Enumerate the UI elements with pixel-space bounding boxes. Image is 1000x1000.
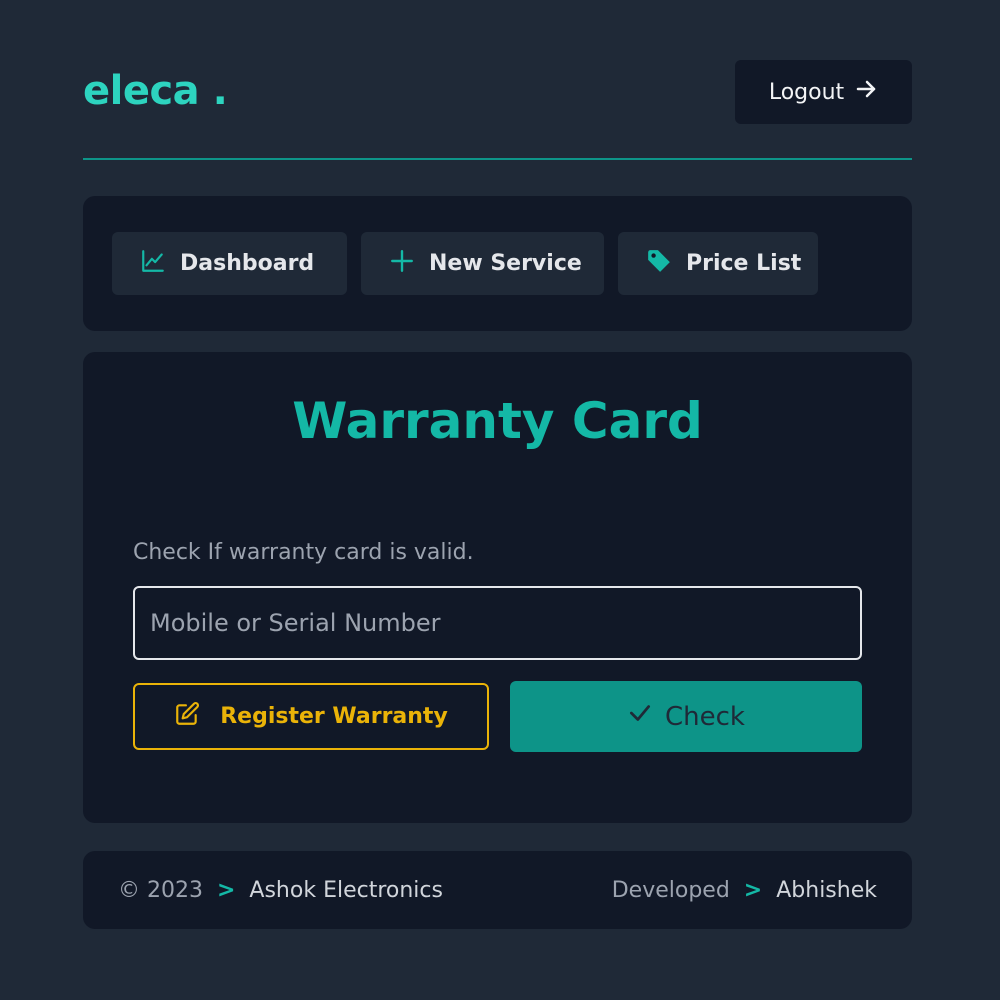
footer-credits: Developed > Abhishek bbox=[612, 851, 877, 929]
header-divider bbox=[83, 158, 912, 160]
logout-label: Logout bbox=[768, 79, 845, 105]
logo[interactable]: eleca . bbox=[83, 68, 228, 114]
helper-text: Check If warranty card is valid. bbox=[133, 540, 474, 565]
register-warranty-button[interactable]: Register Warranty bbox=[133, 683, 489, 750]
tag-icon bbox=[646, 248, 672, 280]
nav-panel: Dashboard New Service Price List bbox=[83, 196, 912, 331]
developer-name: Abhishek bbox=[776, 877, 877, 903]
nav-item-label: Price List bbox=[686, 251, 802, 276]
company-name: Ashok Electronics bbox=[249, 877, 443, 903]
check-button[interactable]: Check bbox=[510, 681, 862, 752]
nav-item-dashboard[interactable]: Dashboard bbox=[112, 232, 347, 295]
footer-copyright: © 2023 > Ashok Electronics bbox=[118, 851, 443, 929]
nav-item-label: Dashboard bbox=[180, 251, 315, 276]
warranty-card: Warranty Card Check If warranty card is … bbox=[83, 352, 912, 823]
check-label: Check bbox=[665, 701, 745, 732]
page: eleca . Logout Dashboard New Service Pri… bbox=[0, 0, 1000, 1000]
footer: © 2023 > Ashok Electronics Developed > A… bbox=[83, 851, 912, 929]
chevron-right-icon: > bbox=[743, 877, 763, 903]
chevron-right-icon: > bbox=[216, 877, 236, 903]
nav-item-new-service[interactable]: New Service bbox=[361, 232, 604, 295]
copyright-text: © 2023 bbox=[118, 877, 203, 903]
nav-item-label: New Service bbox=[429, 251, 582, 276]
plus-icon bbox=[389, 248, 415, 280]
chart-line-icon bbox=[140, 248, 166, 280]
mobile-serial-input[interactable] bbox=[133, 586, 862, 660]
logout-button[interactable]: Logout bbox=[735, 60, 912, 124]
edit-icon bbox=[174, 701, 200, 733]
arrow-right-icon bbox=[854, 77, 878, 107]
register-warranty-label: Register Warranty bbox=[220, 704, 448, 729]
nav-item-price-list[interactable]: Price List bbox=[618, 232, 818, 295]
checkmark-icon bbox=[627, 700, 653, 733]
page-title: Warranty Card bbox=[292, 392, 703, 450]
header: eleca . Logout bbox=[83, 60, 912, 124]
developed-text: Developed bbox=[611, 877, 730, 903]
